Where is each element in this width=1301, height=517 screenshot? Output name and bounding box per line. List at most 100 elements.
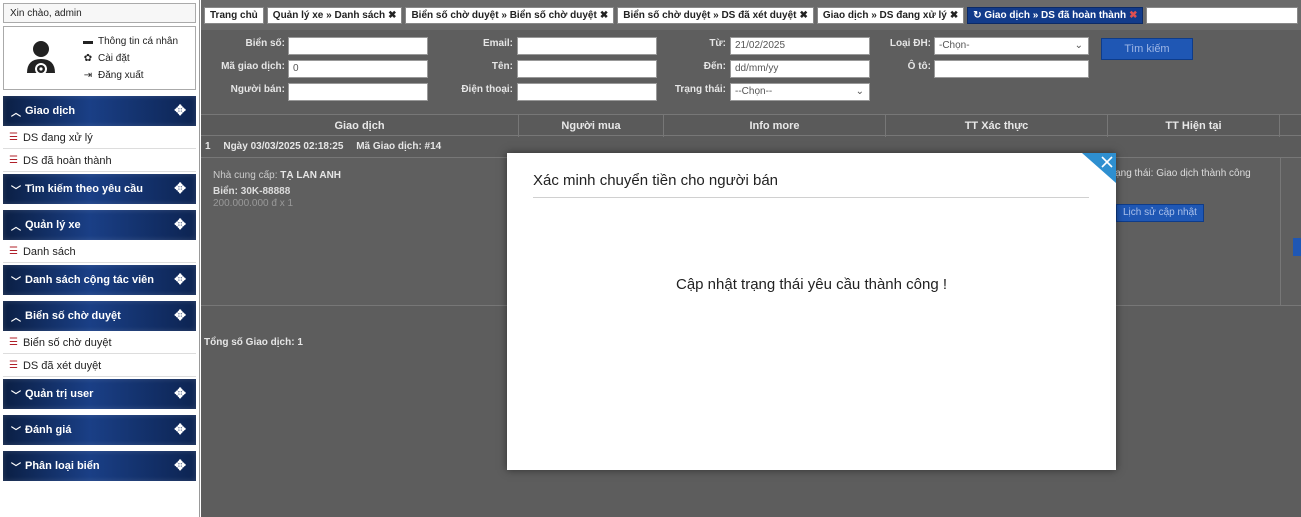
trang-thai-value: --Chọn-- [735, 86, 773, 97]
email-input[interactable] [517, 37, 657, 55]
trang-thai-label: Trạng thái: [674, 84, 726, 95]
move-icon: ✥ [174, 421, 186, 437]
tab-giao-dich-ds-da-hoan-thanh[interactable]: ↻ Giao dịch » DS đã hoàn thành ✖ [967, 6, 1144, 24]
avatar-icon [27, 41, 55, 75]
sidebar-item-label: Danh sách [22, 245, 76, 258]
bien-so-input[interactable] [288, 37, 428, 55]
ten-input[interactable] [517, 60, 657, 78]
col-tt-hien-tai: TT Hiện tại [1108, 115, 1280, 137]
total-label: Tổng số Giao dịch: [204, 337, 295, 348]
ten-label: Tên: [491, 61, 513, 72]
menu-section-giao-dich[interactable]: ︿ Giao dịch ✥ [3, 96, 196, 126]
search-button[interactable]: Tìm kiếm [1101, 38, 1193, 60]
sidebar-item-bien-so-cho-duyet[interactable]: ☰ Biển số chờ duyệt [3, 332, 196, 354]
modal-divider [533, 197, 1089, 198]
history-button[interactable]: Lịch sử cập nhật [1116, 204, 1204, 222]
tab-bien-so-cho-duyet[interactable]: Biển số chờ duyệt » Biển số chờ duyệt ✖ [405, 6, 615, 24]
chevron-down-icon: ﹀ [11, 462, 21, 474]
greeting: Xin chào, admin [3, 3, 196, 23]
chevron-up-icon: ︿ [11, 312, 21, 324]
loai-dh-label: Loại ĐH: [889, 38, 931, 49]
sidebar-item-danh-sach[interactable]: ☰ Danh sách [3, 241, 196, 263]
profile-info-link[interactable]: ▬ Thông tin cá nhân [82, 33, 178, 50]
modal-dialog: Xác minh chuyển tiền cho người bán Cập n… [507, 153, 1116, 470]
nguoi-ban-input[interactable] [288, 83, 428, 101]
email-label: Email: [482, 38, 513, 49]
chat-icon: ▬ [83, 36, 93, 47]
chevron-up-icon: ︿ [11, 107, 21, 119]
close-icon[interactable]: ✖ [388, 10, 396, 21]
menu-section-label: Đánh giá [25, 424, 72, 436]
price: 200.000.000 đ x 1 [213, 198, 294, 209]
sidebar-item-ds-da-xet-duyet[interactable]: ☰ DS đã xét duyệt [3, 355, 196, 377]
tab-ds-da-xet-duyet[interactable]: Biển số chờ duyệt » DS đã xét duyệt ✖ [617, 6, 814, 24]
close-icon[interactable]: ✖ [600, 10, 608, 21]
modal-title: Xác minh chuyển tiền cho người bán [533, 172, 779, 189]
settings-label: Cài đặt [98, 53, 130, 64]
tab-trang-chu[interactable]: Trang chủ [204, 6, 264, 24]
col-info-more: Info more [664, 115, 886, 137]
ma-gd-label: Mã giao dịch: [221, 61, 285, 72]
den-date-input[interactable]: dd/mm/yy [730, 60, 870, 78]
menu-section-label: Tìm kiếm theo yêu cầu [25, 183, 143, 195]
side-action-tab[interactable] [1293, 238, 1301, 256]
settings-link[interactable]: ✿ Cài đặt [82, 50, 178, 67]
den-label: Đến: [703, 61, 726, 72]
tab-quan-ly-xe-danh-sach[interactable]: Quản lý xe » Danh sách ✖ [266, 6, 403, 24]
menu-section-label: Phân loại biển [25, 460, 100, 472]
ma-gd-input[interactable]: 0 [288, 60, 428, 78]
tu-label: Từ: [709, 38, 726, 49]
chevron-down-icon: ﹀ [11, 276, 21, 288]
menu-section-bien-so-cho-duyet[interactable]: ︿ Biển số chờ duyệt ✥ [3, 301, 196, 331]
o-to-label: Ô tô: [907, 61, 931, 72]
loai-dh-select[interactable]: -Chọn- ⌄ [934, 37, 1089, 55]
menu-section-label: Quản lý xe [25, 219, 81, 231]
col-nguoi-mua: Người mua [519, 115, 664, 137]
table-header: Giao dịch Người mua Info more TT Xác thự… [201, 114, 1301, 137]
trang-thai-select[interactable]: --Chọn-- ⌄ [730, 83, 870, 101]
list-icon: ☰ [9, 337, 18, 348]
menu-section-cong-tac-vien[interactable]: ﹀ Danh sách cộng tác viên ✥ [3, 265, 196, 295]
sidebar-item-label: Biển số chờ duyệt [22, 336, 112, 349]
menu-section-quan-ly-xe[interactable]: ︿ Quản lý xe ✥ [3, 210, 196, 240]
tab-bar: Trang chủ Quản lý xe » Danh sách ✖ Biển s… [201, 0, 1301, 30]
menu-section-danh-gia[interactable]: ﹀ Đánh giá ✥ [3, 415, 196, 445]
sidebar-item-ds-dang-xu-ly[interactable]: ☰ DS đang xử lý [3, 127, 196, 149]
row-code: Mã Giao dịch: #14 [356, 141, 442, 152]
move-icon: ✥ [174, 457, 186, 473]
loai-dh-value: -Chọn- [939, 40, 970, 51]
total-count: Tổng số Giao dịch: 1 [204, 337, 303, 348]
supplier-label: Nhà cung cấp: [213, 170, 278, 181]
logout-icon: ⇥ [83, 70, 93, 81]
tab-label: Trang chủ [210, 9, 258, 21]
chevron-down-icon: ﹀ [11, 426, 21, 438]
dien-thoai-input[interactable] [517, 83, 657, 101]
o-to-input[interactable] [934, 60, 1089, 78]
menu-section-phan-loai-bien[interactable]: ﹀ Phân loại biển ✥ [3, 451, 196, 481]
menu-section-tim-kiem[interactable]: ﹀ Tìm kiếm theo yêu cầu ✥ [3, 174, 196, 204]
sidebar-item-ds-da-hoan-thanh[interactable]: ☰ DS đã hoàn thành [3, 150, 196, 172]
close-icon[interactable]: ✖ [1129, 10, 1137, 21]
menu-section-label: Quản trị user [25, 388, 94, 400]
move-icon: ✥ [174, 307, 186, 323]
menu-section-quan-tri-user[interactable]: ﹀ Quản trị user ✥ [3, 379, 196, 409]
logout-link[interactable]: ⇥ Đăng xuất [82, 67, 178, 84]
col-giao-dich: Giao dịch [201, 115, 519, 137]
list-icon: ☰ [9, 132, 18, 143]
list-icon: ☰ [9, 155, 18, 166]
profile-box: ▬ Thông tin cá nhân ✿ Cài đặt ⇥ Đăng xuấ… [3, 26, 196, 90]
move-icon: ✥ [174, 271, 186, 287]
tab-label: Biển số chờ duyệt » Biển số chờ duyệt [411, 9, 597, 21]
tab-giao-dich-ds-dang-xu-ly[interactable]: Giao dịch » DS đang xử lý ✖ [816, 6, 965, 24]
chevron-down-icon: ⌄ [1074, 40, 1083, 51]
list-icon: ☰ [9, 246, 18, 257]
close-icon[interactable] [1082, 153, 1116, 183]
sidebar-item-label: DS đã hoàn thành [22, 154, 112, 167]
sidebar-item-label: DS đang xử lý [22, 131, 93, 144]
total-value: 1 [297, 337, 303, 348]
supplier-name: TẠ LAN ANH [280, 170, 342, 181]
close-icon[interactable]: ✖ [950, 10, 958, 21]
tu-date-input[interactable]: 21/02/2025 [730, 37, 870, 55]
supplier: Nhà cung cấp: TẠ LAN ANH [213, 170, 341, 181]
close-icon[interactable]: ✖ [799, 10, 807, 21]
